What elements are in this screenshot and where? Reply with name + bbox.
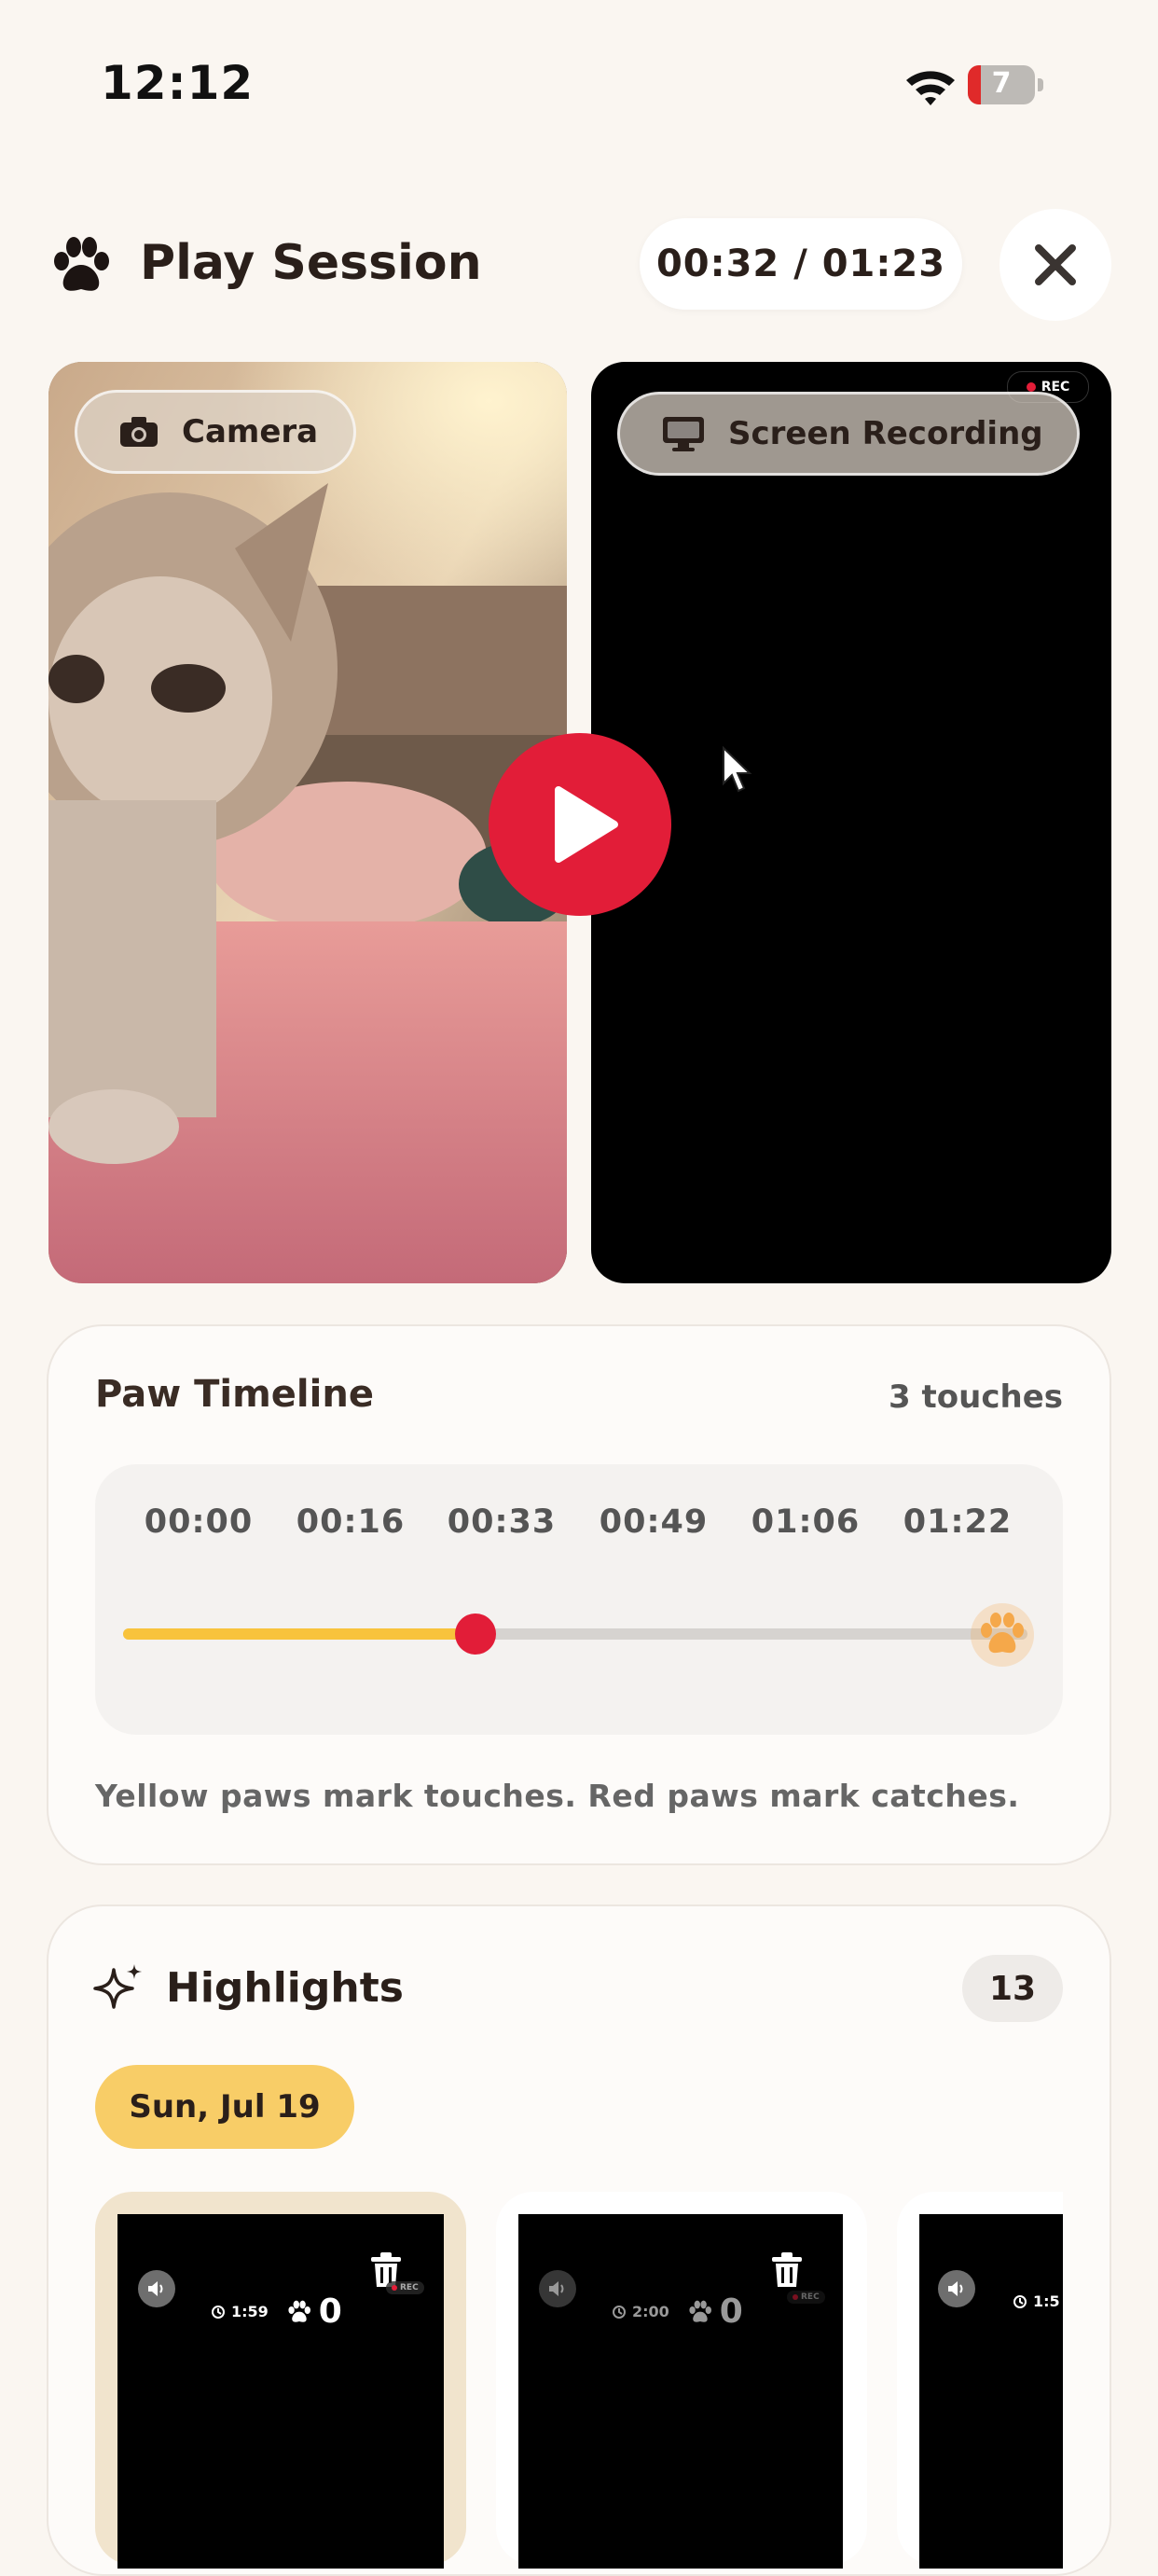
timeline-tick: 01:22: [903, 1503, 1013, 1541]
screen-recording-label[interactable]: Screen Recording: [617, 392, 1080, 476]
timeline-scrubber-handle[interactable]: [455, 1613, 497, 1655]
highlight-thumbnail[interactable]: 1:5: [919, 2214, 1063, 2569]
highlight-thumbnail[interactable]: REC 1:59 0: [117, 2214, 444, 2569]
camera-label[interactable]: Camera: [75, 390, 356, 474]
clip-meta: 2:00 0: [612, 2292, 743, 2331]
play-button[interactable]: [489, 733, 671, 916]
screen-recording-label-text: Screen Recording: [728, 415, 1043, 452]
clip-rec-badge: REC: [787, 2291, 825, 2304]
touch-count: 3 touches: [889, 1378, 1063, 1416]
session-time-pill: 00:32 / 01:23: [640, 218, 962, 310]
timeline-tick: 00:00: [144, 1503, 254, 1541]
battery-level: 7: [991, 67, 1012, 100]
speaker-icon[interactable]: [938, 2270, 975, 2307]
paw-icon: [54, 237, 109, 291]
timeline-tick: 00:16: [296, 1503, 406, 1541]
clip-catch-count: 0: [719, 2292, 743, 2331]
clip-duration: 1:5: [1033, 2292, 1060, 2310]
date-filter-chip[interactable]: Sun, Jul 19: [95, 2065, 354, 2149]
trash-icon[interactable]: [770, 2251, 804, 2289]
paw-icon: [689, 2300, 711, 2322]
timeline-tick: 00:33: [447, 1503, 557, 1541]
timeline-progress: [123, 1628, 476, 1640]
clip-catch-count: 0: [318, 2292, 342, 2331]
timeline-tick: 00:49: [599, 1503, 709, 1541]
page-title: Play Session: [140, 235, 482, 291]
timer-icon: [1013, 2294, 1027, 2308]
camera-icon: [120, 417, 158, 447]
speaker-muted-icon[interactable]: [539, 2270, 576, 2307]
battery-indicator: 7: [968, 65, 1044, 104]
wifi-icon: [906, 71, 955, 105]
timeline-legend-note: Yellow paws mark touches. Red paws mark …: [95, 1778, 1020, 1814]
close-button[interactable]: [999, 209, 1111, 321]
speaker-icon[interactable]: [138, 2270, 175, 2307]
status-time: 12:12: [101, 56, 255, 110]
timer-icon: [212, 2305, 225, 2319]
highlight-thumbnail[interactable]: REC 2:00 0: [518, 2214, 843, 2569]
clip-meta: 1:59 0: [211, 2292, 342, 2331]
play-icon: [555, 786, 618, 863]
highlights-count-badge: 13: [962, 1955, 1063, 2022]
clip-meta: 1:5: [1013, 2292, 1060, 2310]
close-icon: [1035, 244, 1076, 285]
highlights-title: Highlights: [166, 1964, 404, 2012]
clip-duration: 2:00: [632, 2303, 669, 2320]
clip-rec-badge: REC: [386, 2281, 424, 2294]
paw-touch-marker-icon[interactable]: [970, 1602, 1035, 1668]
monitor-icon: [663, 417, 704, 451]
timeline-tick: 01:06: [751, 1503, 861, 1541]
mouse-cursor-icon: [723, 746, 752, 793]
rec-dot-icon: [1026, 382, 1036, 392]
sparkles-icon: [93, 1964, 142, 2009]
paw-icon: [288, 2300, 310, 2322]
clip-duration: 1:59: [231, 2303, 269, 2320]
camera-label-text: Camera: [182, 413, 319, 450]
timeline-title: Paw Timeline: [95, 1373, 374, 1416]
timer-icon: [613, 2305, 626, 2319]
